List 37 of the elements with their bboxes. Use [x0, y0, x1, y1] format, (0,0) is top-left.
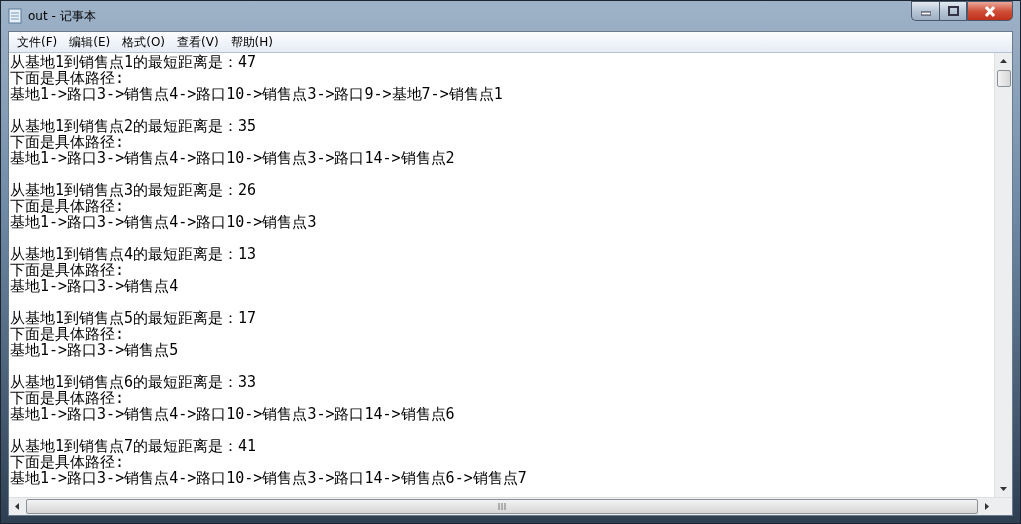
distance-line: 从基地1到销售点2的最短距离是：35	[10, 118, 258, 134]
path-line: 基地1->路口3->销售点4->路口10->销售点3->路口14->销售点6	[10, 406, 456, 422]
maximize-button[interactable]	[939, 1, 967, 21]
path-label: 下面是具体路径:	[10, 134, 126, 150]
path-line: 基地1->路口3->销售点4	[10, 278, 180, 294]
vertical-scrollbar[interactable]	[994, 53, 1012, 497]
menu-item[interactable]: 查看(V)	[171, 32, 225, 52]
menu-item[interactable]: 编辑(E)	[63, 32, 117, 52]
distance-line: 从基地1到销售点3的最短距离是：26	[10, 182, 258, 198]
path-label: 下面是具体路径:	[10, 262, 126, 278]
menu-item[interactable]: 帮助(H)	[224, 32, 279, 52]
menu-item[interactable]: 文件(F)	[11, 32, 64, 52]
maximize-icon	[947, 6, 959, 16]
minimize-button[interactable]	[911, 1, 939, 21]
scroll-thumb[interactable]	[996, 70, 1011, 87]
path-line: 基地1->路口3->销售点4->路口10->销售点3	[10, 214, 318, 230]
notepad-icon	[8, 8, 22, 24]
menu-item[interactable]: 格式(O)	[116, 32, 172, 52]
path-line: 基地1->路口3->销售点4->路口10->销售点3->路口9->基地7->销售点1	[10, 86, 504, 102]
distance-line: 从基地1到销售点1的最短距离是：47	[10, 54, 258, 70]
path-label: 下面是具体路径:	[10, 70, 126, 86]
path-line: 基地1->路口3->销售点5	[10, 342, 180, 358]
path-label: 下面是具体路径:	[10, 198, 126, 214]
distance-line: 从基地1到销售点7的最短距离是：41	[10, 438, 258, 454]
path-label: 下面是具体路径:	[10, 390, 126, 406]
path-label: 下面是具体路径:	[10, 454, 126, 470]
path-label: 下面是具体路径:	[10, 326, 126, 342]
distance-line: 从基地1到销售点4的最短距离是：13	[10, 246, 258, 262]
path-line: 基地1->路口3->销售点4->路口10->销售点3->路口14->销售点6->销售点7	[10, 470, 528, 486]
distance-line: 从基地1到销售点6的最短距离是：33	[10, 374, 258, 390]
close-icon	[984, 5, 996, 17]
path-line: 基地1->路口3->销售点4->路口10->销售点3->路口14->销售点2	[10, 150, 456, 166]
distance-line: 从基地1到销售点5的最短距离是：17	[10, 310, 258, 326]
window-title: out - 记事本	[28, 7, 96, 25]
horizontal-scrollbar[interactable]	[9, 497, 1012, 515]
close-button[interactable]	[967, 1, 1013, 21]
scroll-thumb[interactable]	[26, 499, 978, 514]
